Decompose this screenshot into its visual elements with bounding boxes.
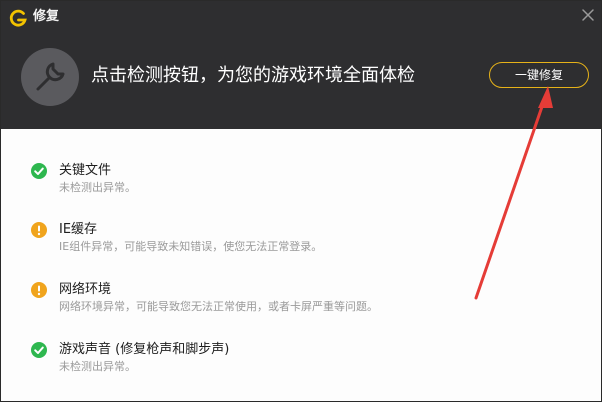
item-description: 未检测出异常。 bbox=[59, 360, 136, 373]
wrench-icon-badge bbox=[21, 48, 79, 106]
check-status-ok-icon bbox=[31, 163, 47, 179]
item-description: 未检测出异常。 bbox=[59, 181, 136, 194]
wrench-icon bbox=[36, 62, 65, 91]
list-item: 游戏声音 (修复枪声和脚步声) 未检测出异常。 bbox=[31, 338, 571, 378]
check-items-list: 关键文件 未检测出异常。 IE缓存 IE组件异常，可能导致未知错误，使您无法正常… bbox=[1, 129, 601, 401]
item-description: 网络环境异常，可能导致您无法正常使用，或者卡屏严重等问题。 bbox=[59, 300, 378, 313]
repair-dialog: 修复 点击检测按钮，为您的游戏环境全面体检 一键修复 关键文件 未检测出异常。 bbox=[0, 0, 602, 402]
warning-icon bbox=[31, 222, 47, 238]
header-headline: 点击检测按钮，为您的游戏环境全面体检 bbox=[91, 65, 415, 86]
list-item: IE缓存 IE组件异常，可能导致未知错误，使您无法正常登录。 bbox=[31, 218, 571, 258]
dialog-title: 修复 bbox=[33, 9, 60, 24]
item-name: 网络环境 bbox=[59, 282, 112, 297]
dialog-header: 修复 点击检测按钮，为您的游戏环境全面体检 一键修复 bbox=[1, 1, 601, 129]
item-name: 关键文件 bbox=[59, 163, 112, 178]
check-status-ok-icon bbox=[31, 342, 47, 358]
list-item: 关键文件 未检测出异常。 bbox=[31, 159, 571, 199]
g-logo-icon bbox=[9, 9, 27, 27]
close-icon[interactable] bbox=[579, 6, 597, 24]
item-description: IE组件异常，可能导致未知错误，使您无法正常登录。 bbox=[59, 240, 323, 253]
list-item: 网络环境 网络环境异常，可能导致您无法正常使用，或者卡屏严重等问题。 bbox=[31, 278, 571, 318]
item-name: 游戏声音 (修复枪声和脚步声) bbox=[59, 342, 230, 357]
one-click-fix-button[interactable]: 一键修复 bbox=[489, 62, 589, 88]
warning-icon bbox=[31, 282, 47, 298]
item-name: IE缓存 bbox=[59, 222, 98, 237]
